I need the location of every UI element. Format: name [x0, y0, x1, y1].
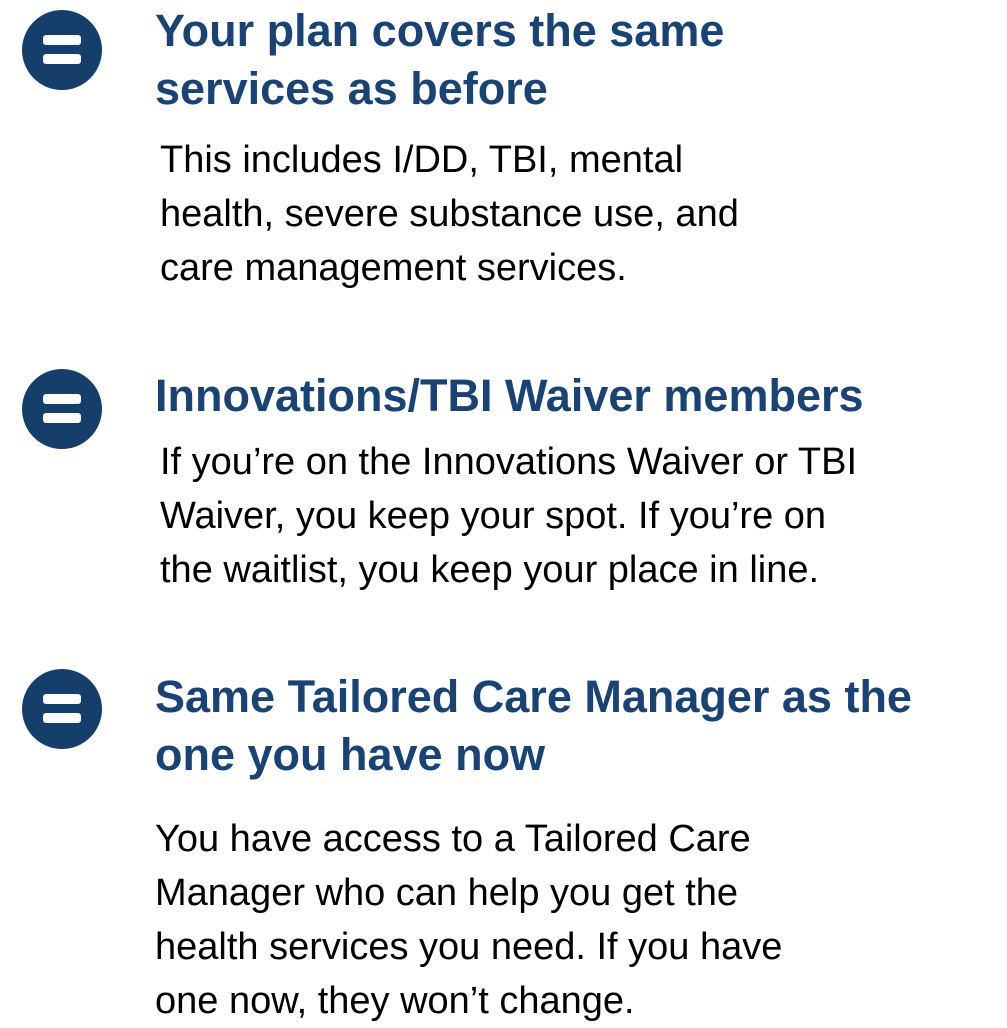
benefit-description-line: You have access to a Tailored Care — [155, 818, 751, 860]
equals-icon — [22, 369, 102, 449]
benefit-title-line: Innovations/TBI Waiver members — [155, 370, 864, 421]
benefit-title-line: Your plan covers the same — [155, 5, 725, 56]
equals-icon — [22, 10, 102, 90]
benefit-title-line: Same Tailored Care Manager as the — [155, 671, 912, 722]
benefit-description: If you’re on the Innovations Waiver or T… — [160, 435, 857, 597]
benefit-description-line: Manager who can help you get the — [155, 872, 739, 914]
benefit-description-line: care management services. — [160, 247, 627, 289]
benefit-title: Your plan covers the same services as be… — [155, 2, 724, 118]
benefit-description-line: health services you need. If you have — [155, 926, 783, 968]
benefit-title: Innovations/TBI Waiver members — [155, 367, 864, 425]
benefit-description-line: This includes I/DD, TBI, mental — [160, 139, 684, 181]
benefit-title: Same Tailored Care Manager as the one yo… — [155, 668, 912, 784]
equals-icon — [22, 669, 102, 749]
benefit-description-line: Waiver, you keep your spot. If you’re on — [160, 495, 827, 537]
benefit-title-line: services as before — [155, 63, 548, 114]
benefit-description: You have access to a Tailored Care Manag… — [155, 812, 782, 1028]
benefit-description-line: health, severe substance use, and — [160, 193, 739, 235]
benefit-description-line: the waitlist, you keep your place in lin… — [160, 549, 820, 591]
benefit-title-line: one you have now — [155, 729, 546, 780]
benefit-description: This includes I/DD, TBI, mental health, … — [160, 133, 739, 295]
benefit-description-line: If you’re on the Innovations Waiver or T… — [160, 441, 858, 483]
